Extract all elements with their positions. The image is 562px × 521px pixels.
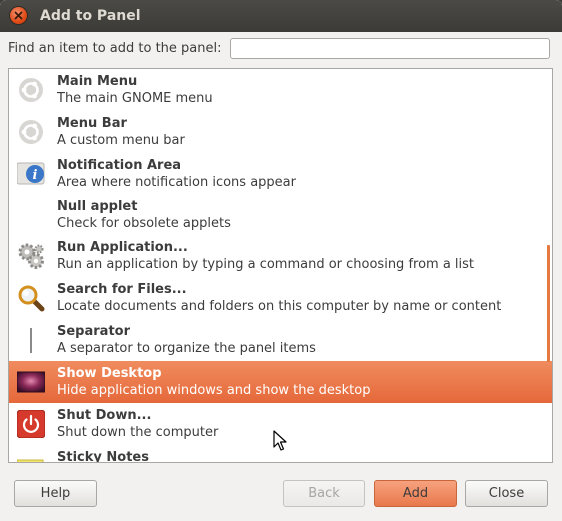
add-button[interactable]: Add bbox=[374, 480, 457, 507]
item-description: A custom menu bar bbox=[57, 133, 185, 148]
list-item[interactable]: Menu Bar A custom menu bar bbox=[9, 111, 552, 153]
ubuntu-logo-icon bbox=[19, 78, 43, 102]
list-item[interactable]: Separator A separator to organize the pa… bbox=[9, 319, 552, 361]
item-description: Hide application windows and show the de… bbox=[57, 383, 371, 398]
search-input[interactable] bbox=[230, 38, 550, 59]
item-name: Run Application... bbox=[57, 240, 188, 255]
item-name: Menu Bar bbox=[57, 116, 127, 131]
item-description: Run an application by typing a command o… bbox=[57, 257, 475, 272]
item-description: A separator to organize the panel items bbox=[57, 341, 316, 356]
list-item[interactable]: Null applet Check for obsolete applets bbox=[9, 194, 552, 236]
list-item[interactable]: Main Menu The main GNOME menu bbox=[9, 69, 552, 111]
item-description: Check for obsolete applets bbox=[57, 216, 231, 231]
back-button[interactable]: Back bbox=[283, 480, 365, 507]
item-name: Notification Area bbox=[57, 158, 182, 173]
list-item-selected[interactable]: Show Desktop Hide application windows an… bbox=[9, 361, 552, 403]
info-icon: i bbox=[17, 162, 45, 185]
item-name: Main Menu bbox=[57, 74, 138, 89]
item-description: The main GNOME menu bbox=[57, 91, 213, 106]
magnifier-icon bbox=[18, 285, 45, 312]
scrollbar-indicator[interactable] bbox=[547, 245, 550, 362]
window-title: Add to Panel bbox=[40, 8, 141, 24]
close-button[interactable]: Close bbox=[465, 480, 548, 507]
item-name: Null applet bbox=[57, 199, 138, 214]
item-name: Separator bbox=[57, 324, 130, 339]
desktop-icon bbox=[17, 371, 45, 393]
title-bar[interactable]: Add to Panel bbox=[0, 0, 562, 32]
item-name: Shut Down... bbox=[57, 408, 152, 423]
item-name: Search for Files... bbox=[57, 282, 187, 297]
ubuntu-logo-icon bbox=[19, 120, 43, 144]
list-item[interactable]: Search for Files... Locate documents and… bbox=[9, 277, 552, 319]
close-icon bbox=[14, 11, 23, 20]
mouse-pointer-icon bbox=[273, 430, 287, 451]
sticky-notes-icon bbox=[17, 459, 44, 462]
help-button[interactable]: Help bbox=[14, 480, 97, 507]
svg-text:i: i bbox=[33, 168, 38, 183]
item-description: Locate documents and folders on this com… bbox=[57, 299, 502, 314]
item-name: Sticky Notes bbox=[57, 450, 149, 463]
item-name: Show Desktop bbox=[57, 366, 162, 381]
separator-icon bbox=[30, 328, 32, 353]
window-close-button[interactable] bbox=[10, 7, 27, 24]
power-icon bbox=[17, 410, 45, 438]
list-item[interactable]: Run Application... Run an application by… bbox=[9, 235, 552, 277]
item-description: Area where notification icons appear bbox=[57, 175, 296, 190]
item-description: Shut down the computer bbox=[57, 425, 219, 440]
gears-icon bbox=[18, 243, 44, 269]
search-label: Find an item to add to the panel: bbox=[8, 41, 222, 56]
list-item[interactable]: i Notification Area Area where notificat… bbox=[9, 153, 552, 195]
add-to-panel-dialog: Add to Panel Find an item to add to the … bbox=[0, 0, 562, 521]
applet-list[interactable]: Main Menu The main GNOME menu Menu Bar A… bbox=[8, 68, 553, 463]
